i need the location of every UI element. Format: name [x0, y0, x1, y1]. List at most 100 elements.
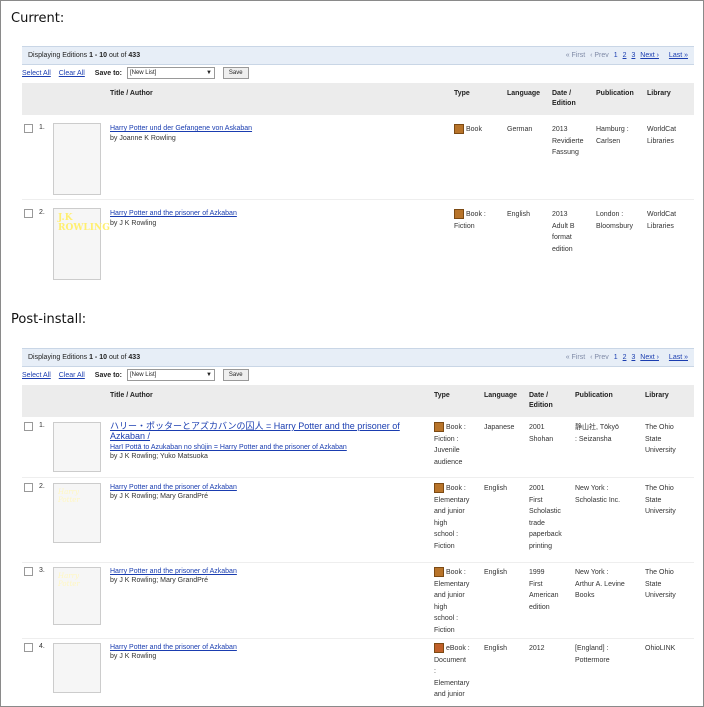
row-number: 4. — [39, 643, 45, 650]
table-row: 1. ハリー・ポッターとアズカバンの囚人 = Harry Potter and … — [22, 417, 694, 478]
row-checkbox[interactable] — [24, 643, 33, 652]
result-library: OhioLINK — [645, 645, 676, 652]
result-date: 2013 Adult Bformat edition — [552, 211, 575, 253]
pager-page-3[interactable]: 3 — [631, 354, 635, 361]
book-cover-placeholder[interactable] — [53, 643, 101, 693]
book-cover[interactable] — [53, 123, 101, 195]
pager-page-2[interactable]: 2 — [623, 52, 627, 59]
col-publication[interactable]: Publication — [596, 89, 634, 99]
result-library: WorldCat Libraries — [647, 211, 677, 230]
save-button[interactable]: Save — [222, 369, 249, 382]
pager-next[interactable]: Next › — [640, 354, 659, 361]
col-language[interactable]: Language — [507, 89, 540, 99]
result-language: English — [484, 485, 507, 492]
result-romanized-title-link[interactable]: Harī Pottā to Azukaban no shūjin = Harry… — [110, 443, 420, 452]
clear-all-link[interactable]: Clear All — [59, 372, 85, 379]
result-publication: Hamburg : Carlsen — [596, 126, 629, 145]
col-type[interactable]: Type — [454, 89, 470, 99]
display-count: Displaying Editions 1 - 10 out of 433 — [28, 354, 141, 361]
result-title-link[interactable]: Harry Potter and the prisoner of Azkaban — [110, 567, 420, 576]
save-button[interactable]: Save — [222, 67, 249, 80]
result-type: Book : Elementary and junior high school : Fi… — [434, 483, 470, 550]
pager-first: « First — [565, 52, 586, 59]
result-publication: [England] : Pottermore — [575, 645, 610, 664]
select-all-link[interactable]: Select All — [22, 372, 51, 379]
pager: « First ‹ Prev 1 2 3 Next › Last » — [563, 349, 688, 366]
result-title-link[interactable]: Harry Potter and the prisoner of Azkaban — [110, 483, 420, 492]
book-cover[interactable]: J.K ROWLING — [53, 208, 110, 280]
col-date-edition[interactable]: Date / Edition — [552, 89, 588, 109]
result-type: eBook : Document: Elementary and junior — [434, 643, 470, 698]
result-date: 1999 First American edition — [529, 569, 559, 611]
pager-next[interactable]: Next › — [640, 52, 659, 59]
results-summary-bar: Displaying Editions 1 - 10 out of 433 « … — [22, 348, 694, 367]
result-date: 2013 Revidierte Fassung — [552, 126, 584, 156]
result-author: by J K Rowling; Mary GrandPré — [110, 493, 209, 500]
result-author: by J K Rowling — [110, 220, 157, 227]
result-type: Book : Fiction : Juvenile audience — [434, 422, 466, 466]
save-list-select[interactable]: [New List] ▼ — [126, 67, 215, 80]
col-publication[interactable]: Publication — [575, 391, 613, 401]
row-number: 2. — [39, 209, 45, 216]
col-library[interactable]: Library — [645, 391, 669, 401]
result-language: Japanese — [484, 424, 515, 431]
result-date: 2012 — [529, 645, 545, 652]
save-to-label: Save to: — [94, 70, 123, 77]
pager-last[interactable]: Last » — [669, 52, 688, 59]
col-type[interactable]: Type — [434, 391, 450, 401]
pager-page-1[interactable]: 1 — [614, 354, 618, 361]
chevron-down-icon: ▼ — [206, 70, 212, 77]
pager-page-1[interactable]: 1 — [614, 52, 618, 59]
result-title-link[interactable]: ハリー・ポッターとアズカバンの囚人 = Harry Potter and the… — [110, 421, 420, 441]
row-checkbox[interactable] — [24, 124, 33, 133]
result-author: by Joanne K Rowling — [110, 135, 176, 142]
result-library: The Ohio State University — [645, 424, 676, 454]
result-title-link[interactable]: Harry Potter und der Gefangene von Askab… — [110, 124, 440, 133]
save-list-select[interactable]: [New List] ▼ — [126, 369, 215, 382]
result-type: Book : Fiction — [454, 209, 486, 230]
row-checkbox[interactable] — [24, 567, 33, 576]
result-author: by J K Rowling — [110, 653, 157, 660]
row-checkbox[interactable] — [24, 483, 33, 492]
result-library: The Ohio State University — [645, 485, 676, 515]
result-publication: London : Bloomsbury — [596, 211, 633, 230]
save-to-label: Save to: — [94, 372, 123, 379]
result-publication: New York : Scholastic Inc. — [575, 485, 621, 504]
book-cover[interactable]: Harry Potter — [53, 483, 101, 543]
book-icon — [454, 124, 464, 135]
result-title-link[interactable]: Harry Potter and the prisoner of Azkaban — [110, 643, 420, 652]
table-row: 1. Harry Potter und der Gefangene von As… — [22, 115, 694, 200]
clear-all-link[interactable]: Clear All — [59, 70, 85, 77]
col-title-author[interactable]: Title / Author — [110, 391, 153, 401]
book-icon — [454, 209, 464, 220]
col-language[interactable]: Language — [484, 391, 517, 401]
result-language: English — [484, 569, 507, 576]
row-checkbox[interactable] — [24, 209, 33, 218]
result-language: English — [484, 645, 507, 652]
pager-prev: ‹ Prev — [590, 52, 609, 59]
table-row: 2. Harry Potter Harry Potter and the pri… — [22, 478, 694, 563]
select-all-link[interactable]: Select All — [22, 70, 51, 77]
result-language: German — [507, 126, 533, 133]
pager: « First ‹ Prev 1 2 3 Next › Last » — [563, 47, 688, 64]
col-title-author[interactable]: Title / Author — [110, 89, 153, 99]
col-date-edition[interactable]: Date / Edition — [529, 391, 565, 411]
ebook-icon — [434, 643, 444, 654]
result-title-link[interactable]: Harry Potter and the prisoner of Azkaban — [110, 209, 440, 218]
result-publication: New York : Arthur A. Levine Books — [575, 569, 625, 599]
col-library[interactable]: Library — [647, 89, 671, 99]
list-toolbar: Select All Clear All Save to: [New List]… — [22, 367, 694, 385]
current-results-panel: Displaying Editions 1 - 10 out of 433 « … — [22, 46, 694, 284]
result-author: by J K Rowling; Mary GrandPré — [110, 577, 209, 584]
row-checkbox[interactable] — [24, 422, 33, 431]
result-date: 2001 First Scholastic trade paperback printin… — [529, 485, 562, 550]
pager-page-2[interactable]: 2 — [623, 354, 627, 361]
pager-last[interactable]: Last » — [669, 354, 688, 361]
book-cover-placeholder[interactable] — [53, 422, 101, 472]
post-results-panel: Displaying Editions 1 - 10 out of 433 « … — [22, 348, 694, 699]
book-cover[interactable]: Harry Potter — [53, 567, 101, 625]
pager-page-3[interactable]: 3 — [631, 52, 635, 59]
current-section-label: Current: — [11, 11, 65, 26]
result-date: 2001 Shohan — [529, 424, 554, 443]
result-language: English — [507, 211, 530, 218]
